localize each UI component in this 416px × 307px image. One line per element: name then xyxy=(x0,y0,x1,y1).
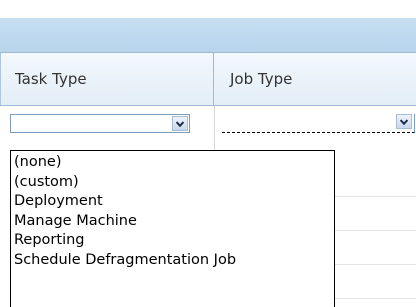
filter-row xyxy=(0,106,416,136)
chevron-down-icon xyxy=(176,120,184,127)
column-header-row: Task Type Job Type xyxy=(0,52,416,106)
top-spacer xyxy=(0,0,416,18)
job-type-dropdown-button[interactable] xyxy=(396,114,412,129)
dropdown-option[interactable]: (none) xyxy=(11,153,334,173)
chevron-down-icon xyxy=(400,118,408,125)
dropdown-option[interactable]: Schedule Defragmentation Job xyxy=(11,251,334,271)
dropdown-option[interactable]: Reporting xyxy=(11,231,334,251)
task-type-filter-combo[interactable] xyxy=(10,114,190,133)
task-type-dropdown-list: (none) (custom) Deployment Manage Machin… xyxy=(10,150,335,307)
column-header-label: Task Type xyxy=(15,70,87,88)
job-type-filter-combo[interactable] xyxy=(222,114,415,133)
grid-view: Task Type Job Type (none) (custom) Deplo… xyxy=(0,0,416,307)
dropdown-option[interactable]: (custom) xyxy=(11,173,334,193)
column-header-label: Job Type xyxy=(230,70,293,88)
dropdown-option[interactable]: Deployment xyxy=(11,192,334,212)
column-header-task-type[interactable]: Task Type xyxy=(0,53,214,105)
dropdown-option[interactable]: Manage Machine xyxy=(11,212,334,232)
task-type-dropdown-button[interactable] xyxy=(172,116,188,131)
group-by-band xyxy=(0,18,416,52)
column-header-job-type[interactable]: Job Type xyxy=(214,53,416,105)
